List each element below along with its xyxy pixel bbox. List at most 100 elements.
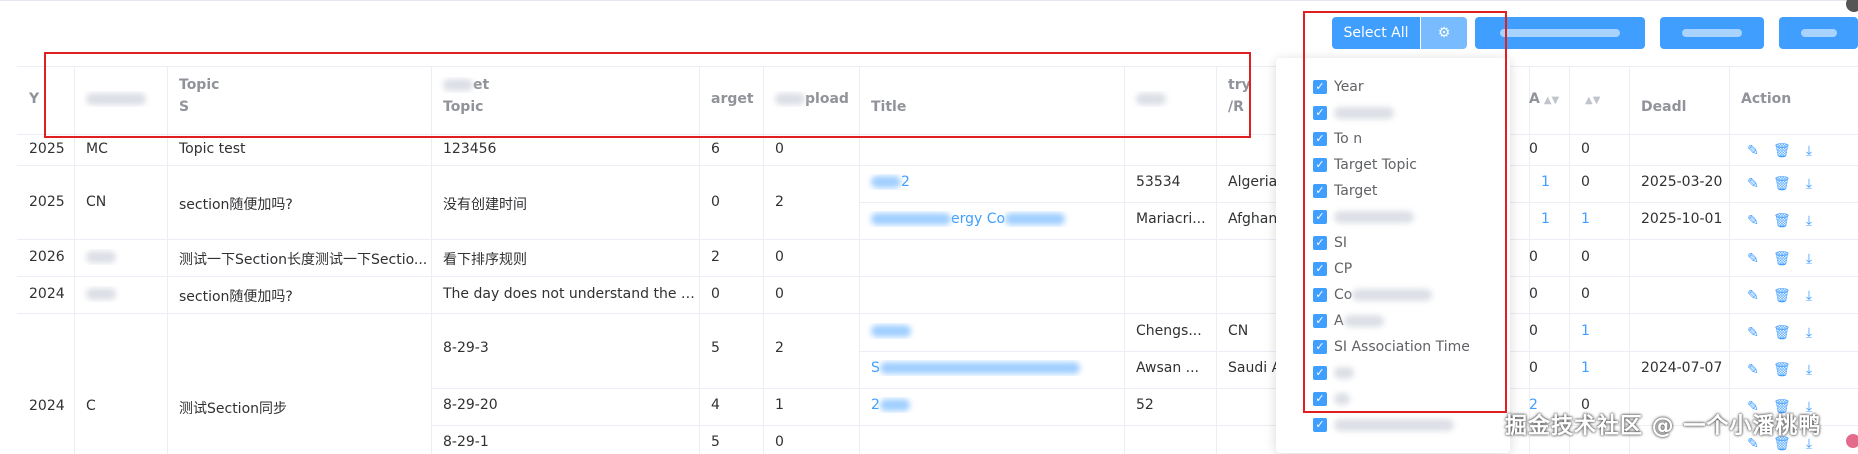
edit-icon[interactable]: ✎ [1745,251,1761,267]
cell-org [74,286,167,302]
cell-org: CN [86,194,107,210]
highlight-table-header [44,52,1251,138]
cell-target: 5 [711,340,720,356]
download-icon[interactable]: ⤓ [1801,143,1817,159]
delete-icon[interactable]: 🗑 [1773,176,1791,192]
cell-title-link[interactable]: 2 [859,174,1124,190]
cell-target: 4 [711,397,720,413]
toolbar-action-button-2[interactable] [1660,17,1764,49]
cell-topic: Topic test [179,141,246,157]
edit-icon[interactable]: ✎ [1745,213,1761,229]
delete-icon[interactable]: 🗑 [1773,288,1791,304]
cell-upload: 0 [775,141,784,157]
cell-upload: 0 [775,249,784,265]
header-deadline: Deadl [1641,99,1687,115]
cell-topic: section随便加吗? [179,197,293,213]
edit-icon[interactable]: ✎ [1745,176,1761,192]
watermark-text: 掘金技术社区 @ 一个小潘桃鸭 [1505,414,1822,439]
cell-org: MC [86,141,108,157]
delete-icon[interactable]: 🗑 [1773,325,1791,341]
cell-target: 5 [711,434,720,450]
cell-upload: 0 [775,286,784,302]
delete-icon[interactable]: 🗑 [1773,251,1791,267]
cell-col-b[interactable]: 1 [1569,211,1629,227]
cell-title-link[interactable] [859,323,1124,339]
cell-year: 2025 [29,141,65,157]
cell-upload: 0 [775,434,784,450]
table-row: 2025 CN section随便加吗? 没有创建时间 0 2 2 53534 … [17,166,1858,240]
cell-target: 0 [711,286,720,302]
cell-target-topic: 123456 [443,141,497,157]
cell-topic: section随便加吗? [179,289,293,305]
toolbar-action-button-3[interactable] [1779,17,1858,49]
cell-upload: 2 [775,194,784,210]
top-divider [0,0,1858,1]
delete-icon[interactable]: 🗑 [1773,213,1791,229]
cell-target: 6 [711,141,720,157]
cell-col-a[interactable]: 1 [1529,174,1569,190]
cell-col-a: 0 [1529,360,1538,376]
cell-topic: 测试一下Section长度测试一下Sectio... [179,252,428,268]
cell-code: Awsan ... [1136,360,1200,376]
cell-target-topic: 看下排序规则 [443,252,527,268]
cell-deadline: 2025-10-01 [1641,211,1723,227]
cell-org: C [86,398,96,414]
corner-badge [1846,434,1858,448]
cell-col-a: 0 [1529,323,1538,339]
cell-code: 53534 [1136,174,1181,190]
cell-year: 2025 [29,194,65,210]
cell-code: 52 [1136,397,1154,413]
download-icon[interactable]: ⤓ [1801,325,1817,341]
download-icon[interactable]: ⤓ [1801,362,1817,378]
edit-icon[interactable]: ✎ [1745,362,1761,378]
cell-deadline: 2024-07-07 [1641,360,1723,376]
cell-year: 2024 [29,398,65,414]
table-row: 2026 测试一下Section长度测试一下Sectio... 看下排序规则 2… [17,240,1858,277]
cell-target-topic: The day does not understand the dar... [443,286,699,302]
table-row: 2025 MC Topic test 123456 6 0 0 0 ✎ 🗑 ⤓ [17,135,1858,166]
download-icon[interactable]: ⤓ [1801,288,1817,304]
edit-icon[interactable]: ✎ [1745,288,1761,304]
cell-col-b: 0 [1581,174,1590,190]
cell-col-b: 0 [1581,286,1590,302]
cell-title-link[interactable]: S [859,360,1124,376]
window-corner-avatar [1846,0,1858,12]
cell-year: 2024 [29,286,65,302]
edit-icon[interactable]: ✎ [1745,143,1761,159]
download-icon[interactable]: ⤓ [1801,251,1817,267]
edit-icon[interactable]: ✎ [1745,325,1761,341]
cell-col-b[interactable]: 1 [1569,323,1629,339]
cell-target-topic: 8-29-20 [443,397,498,413]
cell-target-topic: 8-29-3 [443,340,489,356]
cell-org [74,249,167,265]
cell-col-a: 0 [1529,141,1538,157]
delete-icon[interactable]: 🗑 [1773,362,1791,378]
highlight-column-chooser [1303,11,1507,413]
download-icon[interactable]: ⤓ [1801,213,1817,229]
page: Select All ⚙ Y Topic S et Topic arget pl… [0,0,1858,454]
cell-deadline: 2025-03-20 [1641,174,1723,190]
cell-upload: 1 [775,397,784,413]
cell-col-a[interactable]: 1 [1529,211,1569,227]
cell-col-b: 0 [1581,141,1590,157]
cell-col-b[interactable]: 1 [1569,360,1629,376]
cell-year: 2026 [29,249,65,265]
delete-icon[interactable]: 🗑 [1773,143,1791,159]
cell-target: 2 [711,249,720,265]
cell-title-link[interactable]: 2 [859,397,1124,413]
cell-target-topic: 8-29-1 [443,434,489,450]
header-col-b[interactable]: ▲▼ [1569,91,1629,107]
download-icon[interactable]: ⤓ [1801,176,1817,192]
cell-target-topic: 没有创建时间 [443,197,527,213]
checkbox-checked[interactable]: ✓ [1313,418,1327,432]
header-action: Action [1741,91,1792,107]
column-option[interactable] [1334,415,1454,435]
cell-col-b: 0 [1581,249,1590,265]
header-col-a[interactable]: A ▲▼ [1529,91,1569,107]
cell-col-a: 0 [1529,286,1538,302]
cell-title-link[interactable]: ergy Co [859,211,1124,227]
table-row: 2024 section随便加吗? The day does not under… [17,277,1858,314]
cell-upload: 2 [775,340,784,356]
cell-col-a: 0 [1529,249,1538,265]
cell-code: Mariacri... [1136,211,1206,227]
